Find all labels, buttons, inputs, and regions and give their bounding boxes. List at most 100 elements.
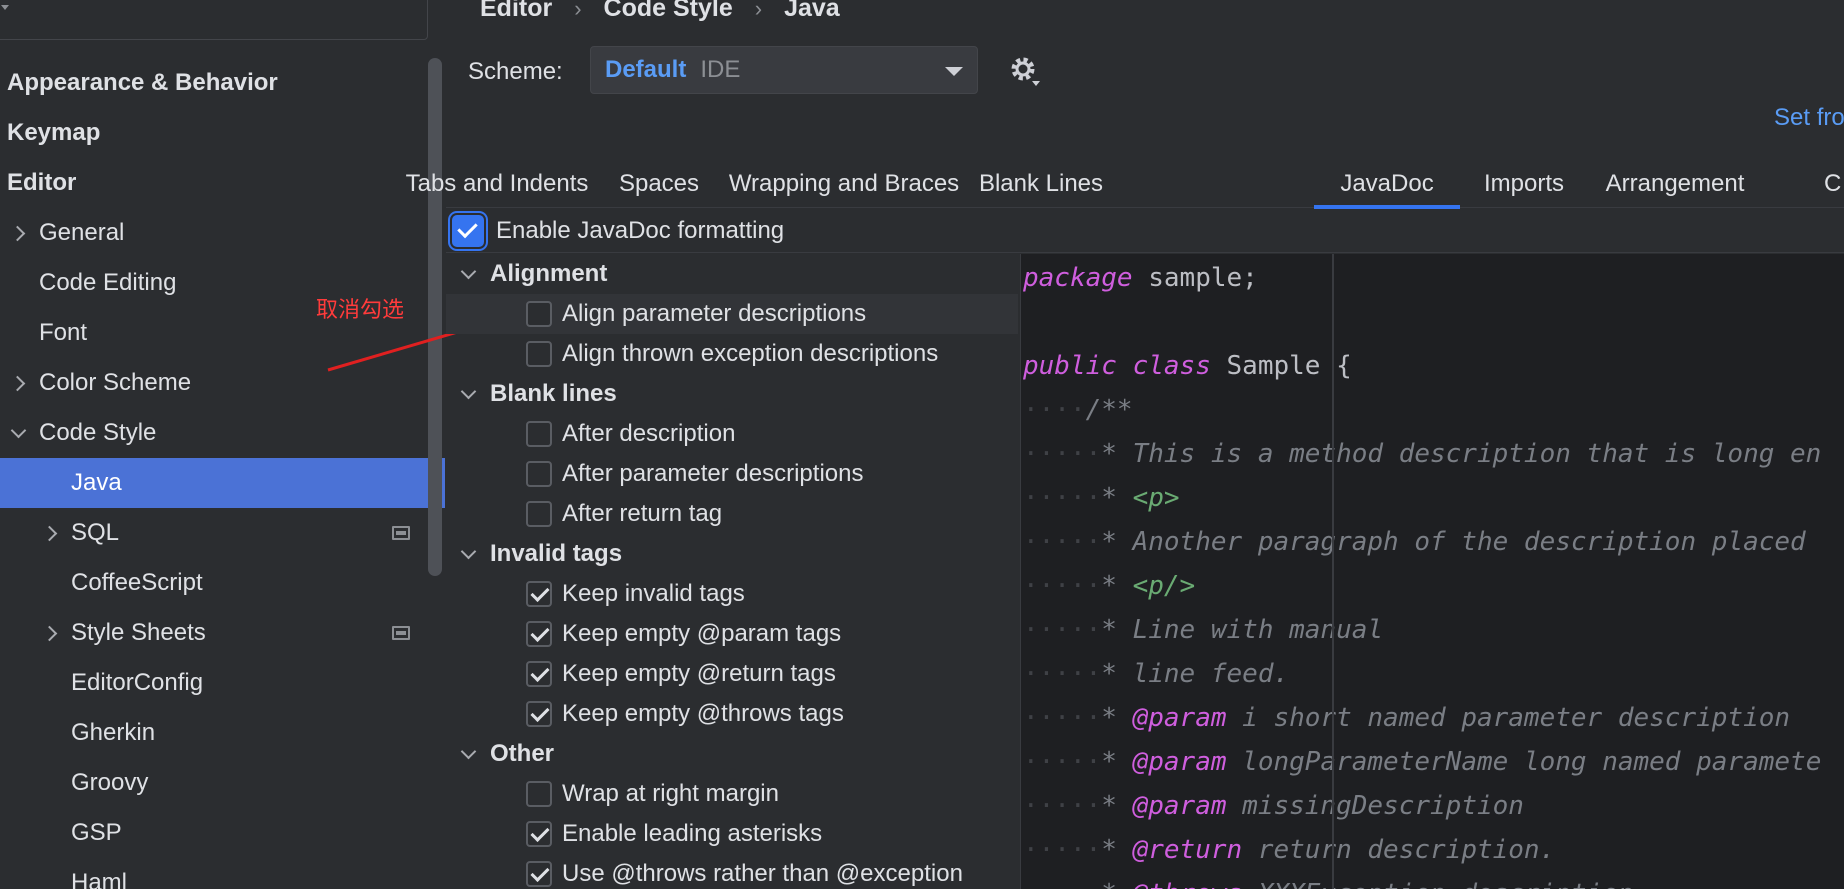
- option-label: Align parameter descriptions: [562, 300, 867, 327]
- option-use-throws-rather-than-exception[interactable]: Use @throws rather than @exception: [446, 854, 1018, 889]
- option-label: After return tag: [562, 500, 723, 527]
- enable-javadoc-checkbox[interactable]: Enable JavaDoc formatting: [452, 212, 784, 250]
- tree-item-code-style[interactable]: Code Style: [0, 408, 446, 458]
- search-history-icon[interactable]: [1, 5, 9, 10]
- checkbox[interactable]: [526, 621, 552, 647]
- tree-item-label: Java: [71, 469, 122, 496]
- tree-item-coffeescript[interactable]: CoffeeScript: [0, 558, 446, 608]
- tree-item-style-sheets[interactable]: Style Sheets: [0, 608, 446, 658]
- tab-tabs-and-indents[interactable]: Tabs and Indents: [406, 160, 589, 208]
- tree-item-appearance[interactable]: Appearance & Behavior: [0, 58, 446, 108]
- breadcrumb-item: Java: [784, 0, 840, 22]
- code-line: ····/**: [1023, 395, 1133, 425]
- checkbox[interactable]: [526, 701, 552, 727]
- section-blank-lines[interactable]: Blank lines: [446, 374, 1018, 414]
- code-doc-tag: @param: [1132, 703, 1227, 733]
- breadcrumb-item[interactable]: Code Style: [604, 0, 733, 23]
- section-other[interactable]: Other: [446, 734, 1018, 774]
- section-title: Other: [490, 740, 555, 767]
- chevron-right-icon[interactable]: [42, 625, 58, 641]
- scheme-dropdown[interactable]: Default IDE: [590, 46, 978, 94]
- option-keep-empty-throws-tags[interactable]: Keep empty @throws tags: [446, 694, 1018, 734]
- dropdown-arrow-icon: [945, 67, 963, 76]
- option-enable-leading-asterisks[interactable]: Enable leading asterisks: [446, 814, 1018, 854]
- code-html-tag: <p/>: [1132, 571, 1196, 601]
- tab-blank-lines[interactable]: Blank Lines: [970, 160, 1112, 208]
- tree-item-java[interactable]: Java: [0, 458, 445, 508]
- option-wrap-at-right-margin[interactable]: Wrap at right margin: [446, 774, 1018, 814]
- chevron-right-icon[interactable]: [10, 225, 26, 241]
- tree-item-label: Editor: [7, 169, 77, 196]
- checkbox[interactable]: [526, 661, 552, 687]
- option-label: Use @throws rather than @exception: [562, 860, 963, 887]
- option-after-return-tag[interactable]: After return tag: [446, 494, 1018, 534]
- tree-item-label: EditorConfig: [71, 669, 204, 696]
- checkbox[interactable]: [526, 421, 552, 447]
- checkbox[interactable]: [526, 581, 552, 607]
- option-label: Wrap at right margin: [562, 780, 779, 807]
- option-label: Keep empty @throws tags: [562, 700, 844, 727]
- checkbox[interactable]: [526, 861, 552, 887]
- option-label: Enable leading asterisks: [562, 820, 823, 847]
- checkbox-checked-icon[interactable]: [452, 215, 484, 247]
- scheme-name: Default: [605, 56, 687, 83]
- chevron-down-icon[interactable]: [460, 266, 476, 282]
- tab-spaces[interactable]: Spaces: [609, 160, 709, 208]
- option-align-parameter-descriptions[interactable]: Align parameter descriptions: [446, 294, 1018, 334]
- chevron-down-icon[interactable]: [460, 546, 476, 562]
- code-line: ····· * This is a method description that…: [1023, 439, 1822, 469]
- set-from-link[interactable]: Set fro: [1774, 104, 1844, 132]
- tree-item-label: Keymap: [7, 119, 101, 146]
- checkbox[interactable]: [526, 821, 552, 847]
- option-keep-empty-param-tags[interactable]: Keep empty @param tags: [446, 614, 1018, 654]
- checkbox[interactable]: [526, 461, 552, 487]
- checkbox[interactable]: [526, 301, 552, 327]
- chevron-down-icon[interactable]: [10, 425, 26, 441]
- checkbox[interactable]: [526, 501, 552, 527]
- chevron-right-icon[interactable]: [42, 525, 58, 541]
- checkbox[interactable]: [526, 781, 552, 807]
- tree-item-sql[interactable]: SQL: [0, 508, 446, 558]
- checkbox[interactable]: [526, 341, 552, 367]
- option-after-description[interactable]: After description: [446, 414, 1018, 454]
- code-line: ····· * @return return description.: [1023, 835, 1556, 865]
- tree-item-label: General: [39, 219, 125, 246]
- section-alignment[interactable]: Alignment: [446, 254, 1018, 294]
- tab-more[interactable]: C: [1824, 160, 1844, 208]
- tree-item-label: Haml: [71, 869, 128, 889]
- option-after-parameter-descriptions[interactable]: After parameter descriptions: [446, 454, 1018, 494]
- tree-item-general[interactable]: General: [0, 208, 446, 258]
- breadcrumb-separator-icon: ›: [574, 0, 582, 21]
- tab-imports[interactable]: Imports: [1464, 160, 1584, 208]
- code-doc-tag: @throws: [1133, 879, 1243, 889]
- tab-javadoc[interactable]: JavaDoc: [1314, 160, 1460, 209]
- tree-item-haml[interactable]: Haml: [0, 858, 446, 889]
- tree-item-editorconfig[interactable]: EditorConfig: [0, 658, 446, 708]
- tree-item-gherkin[interactable]: Gherkin: [0, 708, 446, 758]
- chevron-down-icon[interactable]: [460, 746, 476, 762]
- tab-label: Arrangement: [1605, 170, 1745, 197]
- code-comment: *: [1101, 483, 1133, 513]
- breadcrumb-item[interactable]: Editor: [480, 0, 552, 23]
- tab-arrangement[interactable]: Arrangement: [1590, 160, 1760, 208]
- code-preview[interactable]: package sample; public class Sample { ··…: [1020, 254, 1844, 889]
- tree-item-gsp[interactable]: GSP: [0, 808, 446, 858]
- chevron-down-icon[interactable]: [460, 386, 476, 402]
- tab-label: C: [1824, 170, 1842, 197]
- gear-icon[interactable]: [1008, 54, 1042, 88]
- tree-item-keymap[interactable]: Keymap: [0, 108, 446, 158]
- option-keep-invalid-tags[interactable]: Keep invalid tags: [446, 574, 1018, 614]
- section-invalid-tags[interactable]: Invalid tags: [446, 534, 1018, 574]
- tree-item-editor[interactable]: Editor: [0, 158, 446, 208]
- settings-search-field[interactable]: [0, 0, 428, 40]
- chevron-right-icon[interactable]: [10, 375, 26, 391]
- code-comment: i short named parameter description: [1226, 703, 1791, 733]
- tab-wrapping-and-braces[interactable]: Wrapping and Braces: [724, 160, 964, 208]
- tree-item-groovy[interactable]: Groovy: [0, 758, 446, 808]
- code-line: ····· * Line with manual: [1023, 615, 1384, 645]
- tab-label: Wrapping and Braces: [728, 170, 960, 197]
- right-margin-guide: [1332, 254, 1334, 889]
- option-align-thrown-exception-descriptions[interactable]: Align thrown exception descriptions: [446, 334, 1018, 374]
- option-keep-empty-return-tags[interactable]: Keep empty @return tags: [446, 654, 1018, 694]
- tree-item-label: Color Scheme: [39, 369, 192, 396]
